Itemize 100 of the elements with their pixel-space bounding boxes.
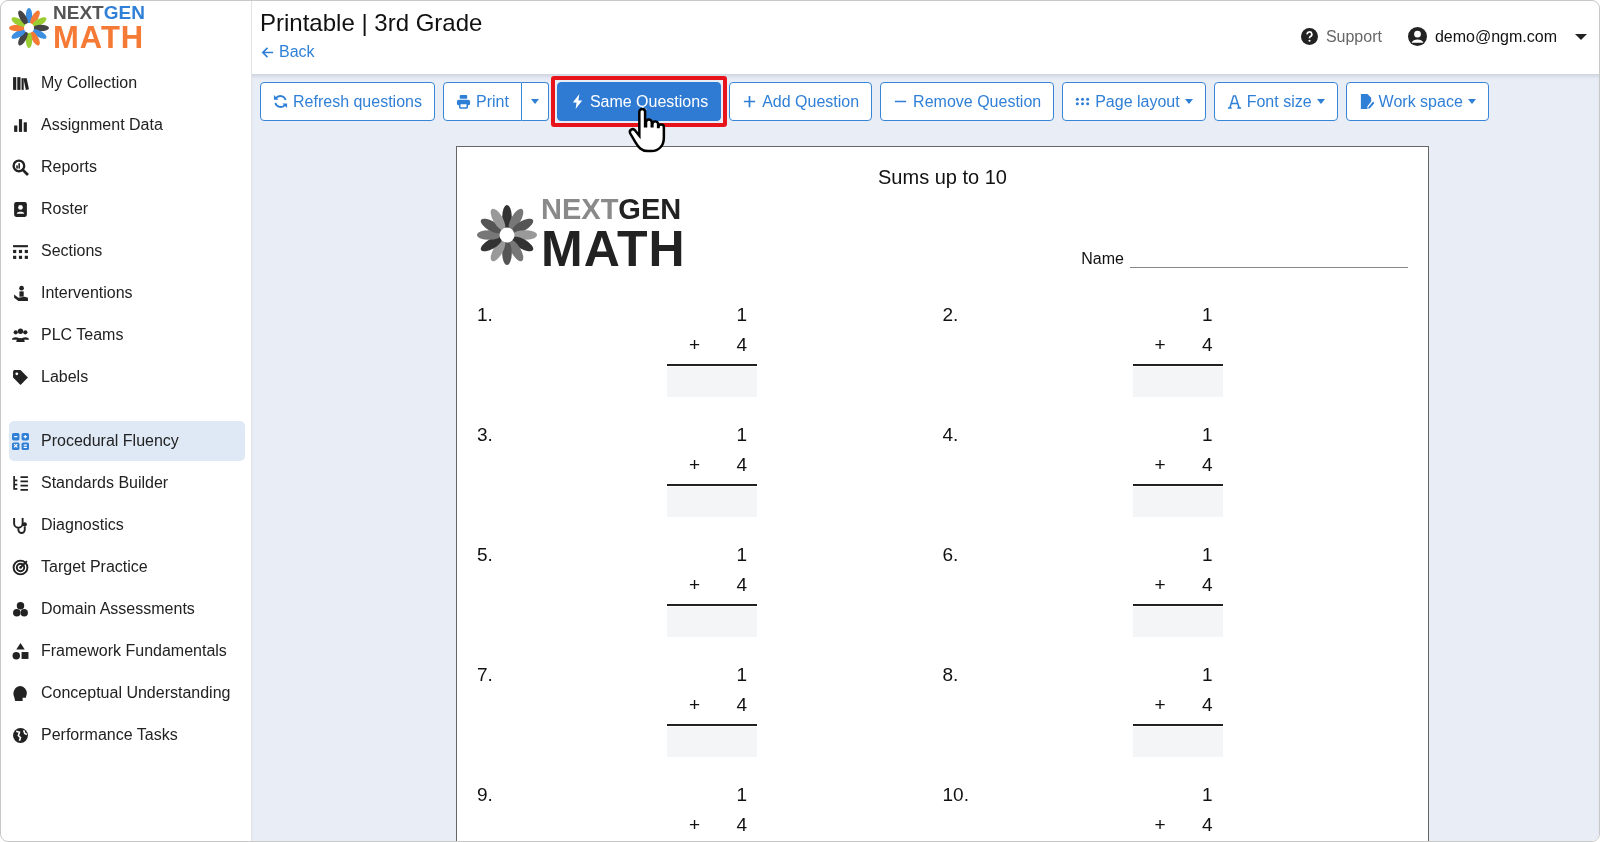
logo: NEXTGEN MATH — [9, 3, 251, 53]
refresh-icon — [273, 94, 288, 109]
operator: + — [1154, 694, 1166, 717]
sidebar-item[interactable]: Interventions — [9, 273, 245, 313]
caret-icon — [1467, 99, 1476, 104]
toolbar-button[interactable]: Same Questions — [556, 82, 722, 121]
magnifier-icon — [12, 158, 29, 176]
sidebar-item[interactable]: Sections — [9, 231, 245, 271]
question-number: 10. — [942, 784, 970, 807]
operator: + — [1154, 454, 1166, 477]
printer-icon — [455, 94, 471, 109]
addend: 1 — [735, 544, 748, 567]
worksheet-title: Sums up to 10 — [877, 166, 1008, 189]
question-number: 6. — [942, 544, 960, 567]
sidebar-item[interactable]: Target Practice — [9, 547, 245, 587]
target-icon — [12, 558, 29, 576]
question-number: 7. — [477, 664, 494, 687]
support-link[interactable]: Support — [1300, 27, 1382, 46]
shapes-icon — [12, 642, 29, 660]
user-menu[interactable]: demo@ngm.com — [1407, 27, 1587, 46]
contact-card-icon — [12, 200, 29, 218]
sidebar-item[interactable]: Roster — [9, 189, 245, 229]
name-label: Name — [1081, 250, 1124, 268]
toolbar-button[interactable]: Add Question — [729, 82, 873, 121]
sidebar-item[interactable]: PLC Teams — [9, 315, 245, 355]
answer-box[interactable] — [667, 487, 757, 517]
operator: + — [689, 694, 701, 717]
sidebar-item[interactable]: Framework Fundamentals — [9, 631, 245, 671]
toolbar-button[interactable]: Print — [442, 82, 522, 121]
addend: 4 — [1201, 574, 1213, 597]
sidebar-item[interactable]: Labels — [9, 357, 245, 397]
people-icon — [12, 326, 29, 344]
logo: NEXTGEN MATH — [477, 195, 686, 274]
calculator-icon — [12, 432, 29, 450]
addend: 4 — [1201, 454, 1213, 477]
grid-icon — [12, 242, 29, 260]
page-title: Printable | 3rd Grade — [260, 9, 483, 37]
caret-icon — [1575, 33, 1587, 40]
answer-box[interactable] — [1132, 367, 1223, 397]
file-edit-icon — [1358, 94, 1374, 109]
caret-icon — [1184, 99, 1193, 104]
answer-box[interactable] — [667, 607, 757, 637]
plus-icon — [742, 94, 758, 109]
toolbar-button[interactable]: Refresh questions — [260, 82, 435, 121]
toolbar-button[interactable]: Remove Question — [880, 82, 1055, 121]
caret-icon — [530, 99, 539, 104]
answer-box[interactable] — [1132, 727, 1223, 757]
question-number: 4. — [942, 424, 960, 447]
books-icon — [12, 74, 29, 92]
sidebar-item[interactable]: Procedural Fluency — [9, 421, 245, 461]
answer-box[interactable] — [667, 727, 757, 757]
answer-box[interactable] — [1132, 487, 1223, 517]
addend: 4 — [736, 814, 747, 837]
hand-icon — [12, 284, 29, 302]
head-icon — [12, 684, 29, 702]
operator: + — [689, 454, 701, 477]
question-number: 8. — [942, 664, 960, 687]
sidebar-item[interactable]: Diagnostics — [9, 505, 245, 545]
addend: 1 — [735, 304, 748, 327]
dropdown-toggle[interactable] — [521, 82, 549, 121]
operator: + — [1154, 574, 1166, 597]
operator: + — [689, 334, 701, 357]
sidebar-item[interactable]: Reports — [9, 147, 245, 187]
answer-box[interactable] — [1132, 607, 1223, 637]
operator: + — [1154, 814, 1166, 837]
circles-icon — [12, 600, 29, 618]
addend: 4 — [1201, 694, 1213, 717]
addend: 1 — [1200, 304, 1214, 327]
addend: 4 — [736, 694, 747, 717]
addend: 4 — [1201, 814, 1213, 837]
bar-chart-icon — [12, 116, 29, 134]
addend: 4 — [1201, 334, 1213, 357]
question-number: 2. — [942, 304, 960, 327]
answer-box[interactable] — [667, 367, 757, 397]
sidebar-item[interactable]: Performance Tasks — [9, 715, 245, 755]
sidebar-item[interactable]: Assignment Data — [9, 105, 245, 145]
letter-icon — [1226, 94, 1242, 109]
question-number: 1. — [477, 304, 494, 327]
operator: + — [689, 574, 701, 597]
sidebar-item[interactable]: My Collection — [9, 63, 245, 103]
addend: 1 — [1200, 424, 1214, 447]
addend: 1 — [735, 664, 748, 687]
question-icon — [1300, 28, 1318, 45]
sidebar-item[interactable]: Standards Builder — [9, 463, 245, 503]
sidebar-item[interactable]: Conceptual Understanding — [9, 673, 245, 713]
question-number: 5. — [477, 544, 494, 567]
toolbar-button[interactable]: Work space — [1345, 82, 1489, 121]
caret-icon — [1316, 99, 1325, 104]
addend: 1 — [735, 784, 748, 807]
sidebar-item[interactable]: Domain Assessments — [9, 589, 245, 629]
question-number: 9. — [477, 784, 494, 807]
toolbar-button[interactable]: Page layout — [1062, 82, 1206, 121]
globe-icon — [12, 726, 29, 744]
addend: 1 — [1200, 664, 1214, 687]
toolbar-button[interactable]: Font size — [1213, 82, 1338, 121]
list-icon — [12, 474, 29, 492]
addend: 4 — [736, 334, 747, 357]
back-link[interactable]: Back — [260, 43, 483, 61]
user-icon — [1407, 27, 1427, 46]
operator: + — [1154, 334, 1166, 357]
